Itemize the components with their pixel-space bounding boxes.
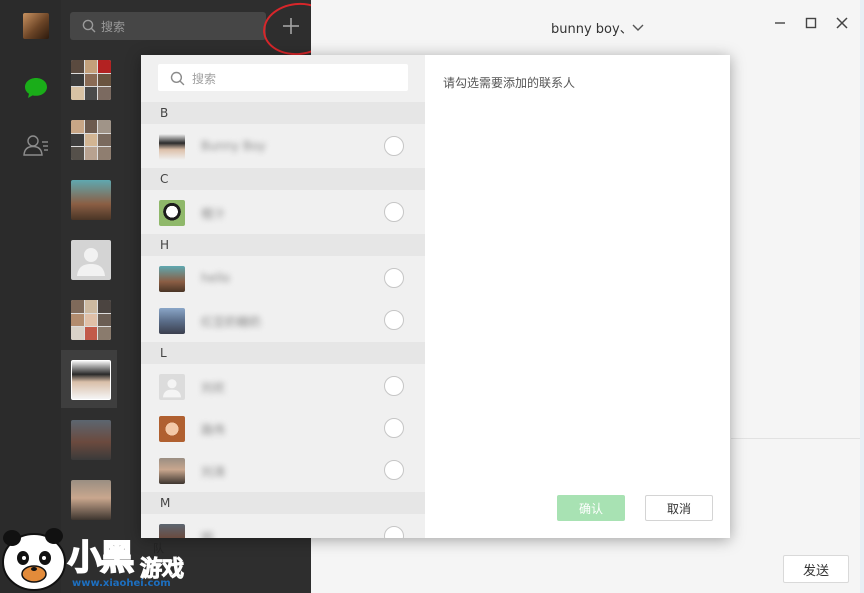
maximize-icon[interactable]	[805, 17, 817, 32]
index-letter-l: L	[141, 342, 425, 364]
contact-row[interactable]: hello	[141, 258, 425, 300]
contact-search-placeholder: 搜索	[192, 72, 217, 86]
index-letter-c: C	[141, 168, 425, 190]
contact-row[interactable]: 红豆奶糖奶	[141, 300, 425, 342]
selection-hint: 请勾选需要添加的联系人	[443, 76, 576, 90]
cancel-button[interactable]: 取消	[645, 495, 713, 521]
session-avatar-default[interactable]	[71, 240, 111, 280]
select-checkbox[interactable]	[384, 460, 404, 480]
chevron-down-icon[interactable]	[632, 21, 644, 35]
background-window-edge	[860, 0, 864, 593]
add-contacts-dialog: 搜索 B Bunny Boy C 橙汁 H hello 红豆奶糖奶 L 刘欢 路…	[141, 55, 730, 538]
contact-avatar	[159, 200, 185, 226]
composer-divider	[731, 438, 860, 439]
session-avatar-group-5[interactable]	[71, 300, 111, 340]
contact-picker-list: 搜索 B Bunny Boy C 橙汁 H hello 红豆奶糖奶 L 刘欢 路…	[141, 55, 425, 538]
nav-rail	[0, 0, 61, 593]
contact-row[interactable]: 路伟	[141, 408, 425, 450]
session-avatar-group-2[interactable]	[71, 120, 111, 160]
search-icon	[82, 19, 96, 36]
contact-avatar	[159, 458, 185, 484]
watermark-url: www.xiaohei.com	[72, 578, 171, 589]
index-letter-m: M	[141, 492, 425, 514]
contact-avatar	[159, 308, 185, 334]
session-search-input[interactable]: 搜索	[70, 12, 266, 40]
index-letter-b: B	[141, 102, 425, 124]
select-checkbox[interactable]	[384, 136, 404, 156]
contact-avatar	[159, 266, 185, 292]
index-letter-h: H	[141, 234, 425, 256]
select-checkbox[interactable]	[384, 268, 404, 288]
confirm-button[interactable]: 确认	[557, 495, 625, 521]
contact-name: 路伟	[201, 423, 226, 437]
contact-name: 刘涛	[201, 465, 226, 479]
search-icon	[170, 71, 185, 89]
chat-icon[interactable]	[23, 76, 49, 103]
session-avatar-selected[interactable]	[71, 360, 111, 400]
select-checkbox[interactable]	[384, 418, 404, 438]
contact-name: hello	[201, 271, 230, 285]
selected-contacts-panel: 请勾选需要添加的联系人 确认 取消	[425, 55, 730, 538]
select-checkbox[interactable]	[384, 526, 404, 538]
contact-name: 明	[201, 531, 214, 538]
contact-row[interactable]: 橙汁	[141, 192, 425, 234]
session-search-placeholder: 搜索	[101, 20, 126, 34]
select-checkbox[interactable]	[384, 376, 404, 396]
minimize-icon[interactable]	[774, 17, 786, 32]
contact-name: Bunny Boy	[201, 139, 266, 153]
contact-avatar-default	[159, 374, 185, 400]
select-checkbox[interactable]	[384, 202, 404, 222]
contact-row[interactable]: Bunny Boy	[141, 126, 425, 168]
select-checkbox[interactable]	[384, 310, 404, 330]
default-avatar-icon	[162, 379, 182, 398]
contact-avatar	[159, 134, 185, 160]
default-avatar-icon	[77, 248, 105, 276]
contact-avatar	[159, 416, 185, 442]
chat-title: bunny boy、	[551, 22, 633, 37]
contact-row[interactable]: 刘欢	[141, 366, 425, 408]
session-avatar-7[interactable]	[71, 420, 111, 460]
contact-name: 刘欢	[201, 381, 226, 395]
contact-search-input[interactable]: 搜索	[158, 64, 408, 91]
contacts-icon[interactable]	[23, 133, 49, 160]
session-avatar-3[interactable]	[71, 180, 111, 220]
send-button[interactable]: 发送	[783, 555, 849, 583]
contact-name: 橙汁	[201, 207, 226, 221]
session-avatar-8[interactable]	[71, 480, 111, 520]
session-avatar-group-1[interactable]	[71, 60, 111, 100]
close-icon[interactable]	[836, 17, 848, 32]
contact-name: 红豆奶糖奶	[201, 315, 262, 329]
contact-row[interactable]: 刘涛	[141, 450, 425, 492]
watermark-brand: 小黑	[67, 537, 135, 579]
my-avatar[interactable]	[23, 13, 49, 39]
